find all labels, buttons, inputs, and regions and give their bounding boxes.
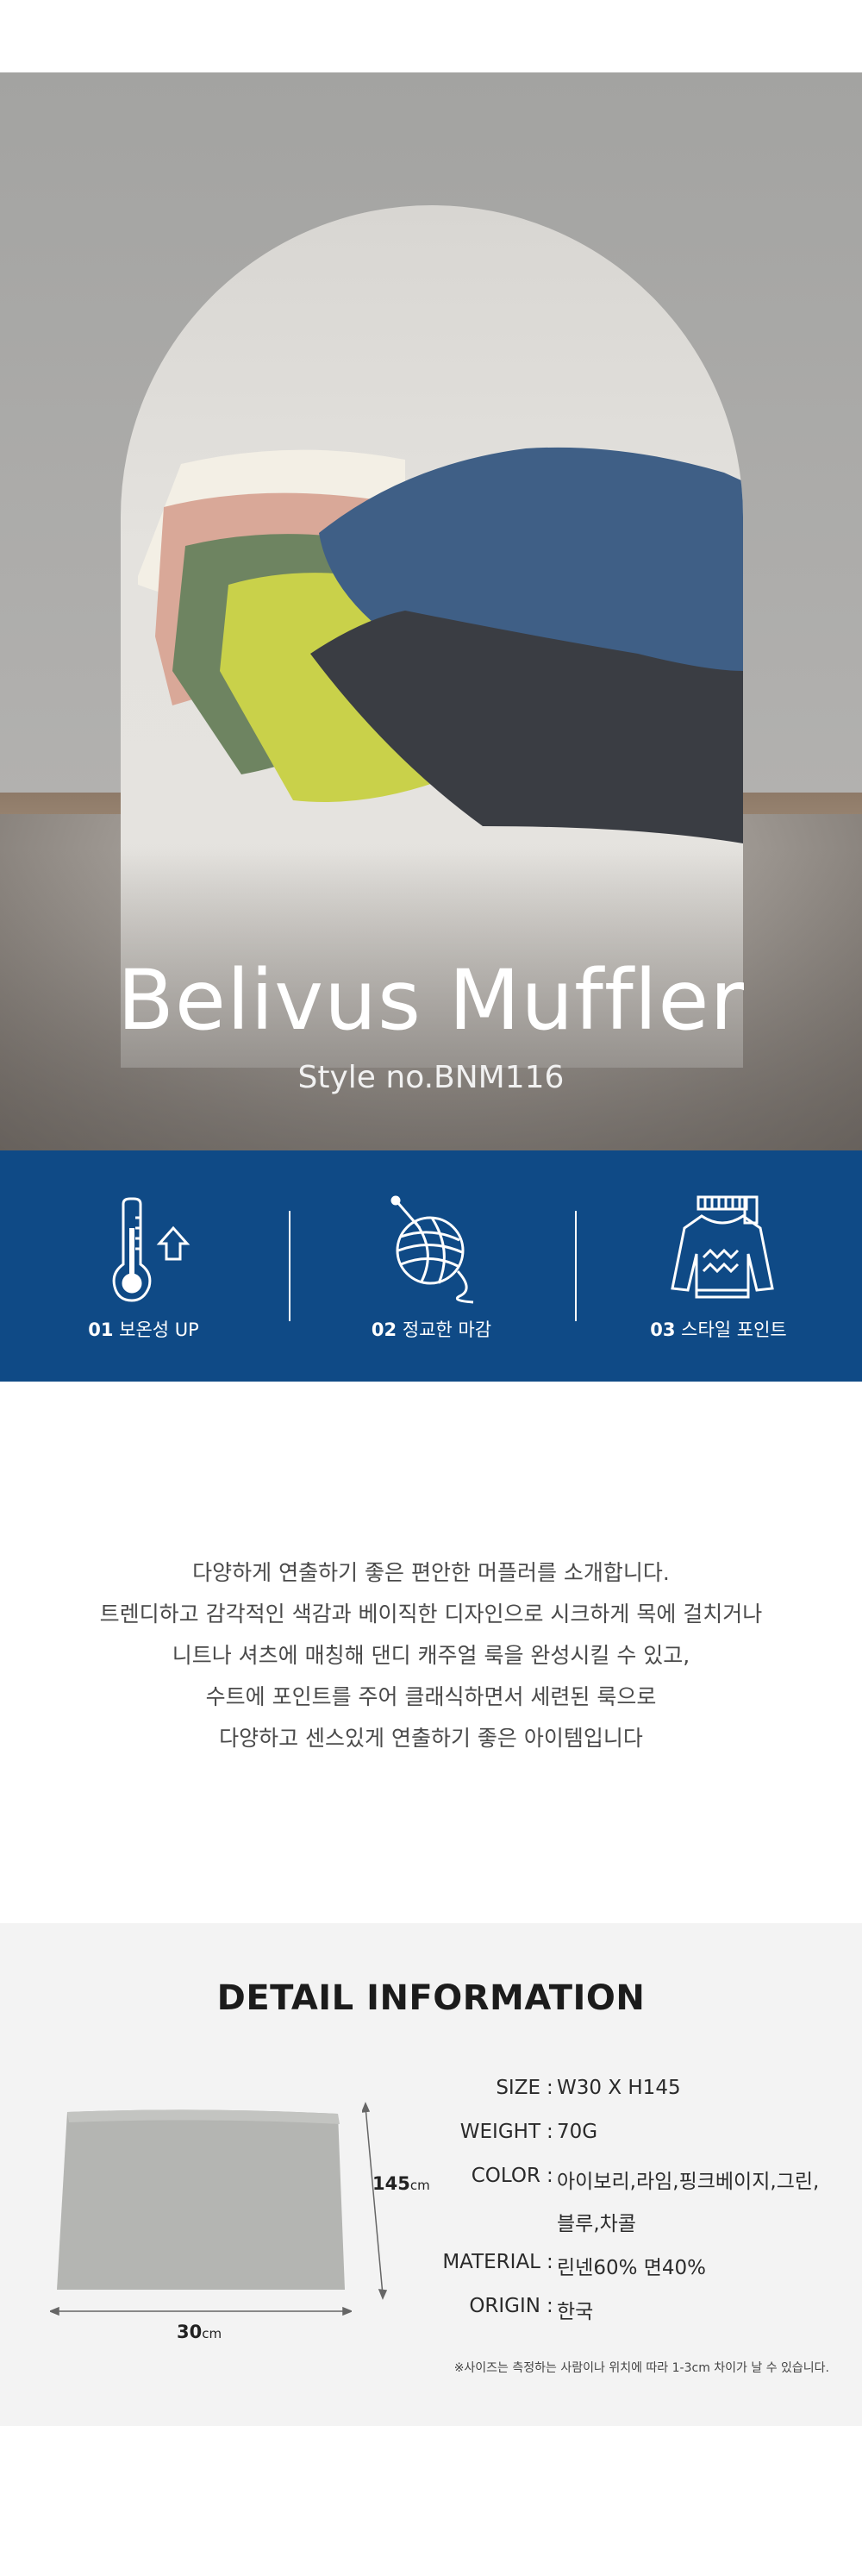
spec-value: W30 X H145 (557, 2077, 681, 2099)
spec-key: MATERIAL (442, 2251, 540, 2273)
hero-style-number: Style no.BNM116 (297, 1060, 565, 1095)
feature-warmth: 01 보온성 UP (0, 1150, 287, 1382)
hero-section: Belivus Muffler Style no.BNM116 (0, 72, 862, 1150)
spec-value: 블루,차콜 (557, 2213, 636, 2235)
description-line: 다양하고 센스있게 연출하기 좋은 아이템입니다 (219, 1726, 643, 1751)
features-bar: 01 보온성 UP 02 정교한 마감 03 스타일 포인트 (0, 1150, 862, 1382)
product-detail-page: Belivus Muffler Style no.BNM116 01 보온성 U… (0, 0, 862, 2576)
sweater-scarf-icon (670, 1195, 774, 1299)
height-dimension-label: 145cm (372, 2173, 430, 2194)
spec-key: COLOR (471, 2165, 540, 2187)
muffler-size-swatch (57, 2109, 345, 2290)
spec-key: WEIGHT (459, 2121, 540, 2143)
size-disclaimer-note: ※사이즈는 측정하는 사람이나 위치에 따라 1-3cm 차이가 날 수 있습니… (453, 2361, 829, 2375)
feature-label-3: 03 스타일 포인트 (650, 1319, 787, 1340)
description-line: 수트에 포인트를 주어 클래식하면서 세련된 룩으로 (205, 1684, 657, 1709)
spec-value: 한국 (557, 2301, 594, 2323)
yarn-ball-icon (390, 1195, 473, 1304)
spec-key: SIZE (496, 2077, 540, 2099)
spec-value: 린넨60% 면40% (557, 2257, 707, 2279)
spec-key: ORIGIN (469, 2295, 540, 2317)
spec-value: 70G (557, 2121, 598, 2143)
feature-label-2: 02 정교한 마감 (371, 1319, 492, 1340)
description-line: 다양하게 연출하기 좋은 편안한 머플러를 소개합니다. (192, 1560, 670, 1585)
width-dimension-arrow (50, 2306, 352, 2316)
feature-label-1: 01 보온성 UP (88, 1319, 199, 1340)
width-dimension-label: 30cm (177, 2322, 222, 2342)
hero-title: Belivus Muffler (117, 952, 745, 1049)
thermometer-up-icon (112, 1197, 190, 1302)
detail-title: DETAIL INFORMATION (216, 1978, 646, 2018)
feature-finish: 02 정교한 마감 (288, 1150, 575, 1382)
detail-information-section: DETAIL INFORMATION 145cm 30cm SIZE: W30 … (0, 1923, 862, 2426)
description-line: 니트나 셔츠에 매칭해 댄디 캐주얼 룩을 완성시킬 수 있고, (172, 1643, 690, 1668)
description-line: 트렌디하고 감각적인 색감과 베이직한 디자인으로 시크하게 목에 걸치거나 (99, 1601, 763, 1626)
product-description: 다양하게 연출하기 좋은 편안한 머플러를 소개합니다. 트렌디하고 감각적인 … (0, 1552, 862, 1759)
height-dimension-arrow (362, 2102, 388, 2300)
feature-style: 03 스타일 포인트 (575, 1150, 862, 1382)
spec-value: 아이보리,라임,핑크베이지,그린, (557, 2171, 820, 2193)
